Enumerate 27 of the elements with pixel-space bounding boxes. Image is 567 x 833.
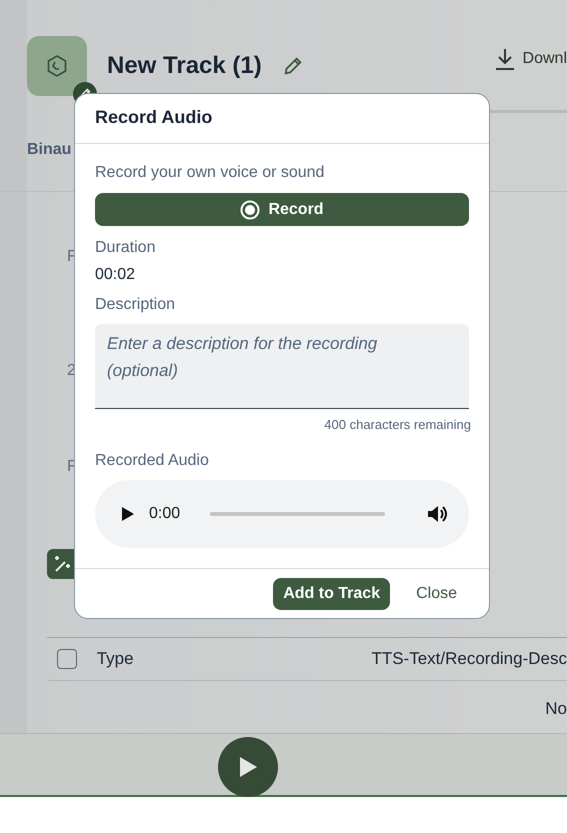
- download-link[interactable]: Downl: [494, 48, 567, 70]
- recorded-audio-label: Recorded Audio: [95, 451, 210, 471]
- record-button[interactable]: Record: [95, 193, 469, 226]
- duration-value: 00:02: [95, 265, 136, 285]
- hexagon-icon: [45, 54, 69, 78]
- record-icon: [240, 200, 260, 220]
- character-count: 400 characters remaining: [324, 417, 471, 432]
- column-header: TTS-Text/Recording-Desc: [371, 649, 567, 669]
- intro-text: Record your own voice or sound: [95, 163, 326, 183]
- close-button[interactable]: Close: [406, 578, 467, 610]
- select-all-checkbox[interactable]: [57, 649, 77, 669]
- track-title: New Track (1): [107, 52, 262, 80]
- progress-track[interactable]: [210, 512, 385, 516]
- empty-message: No: [545, 699, 567, 719]
- dialog-title: Record Audio: [75, 94, 489, 144]
- play-icon[interactable]: [121, 506, 135, 522]
- volume-icon[interactable]: [427, 504, 449, 524]
- add-to-track-button[interactable]: Add to Track: [273, 578, 390, 610]
- column-header: Type: [96, 649, 135, 669]
- edit-title-icon: [282, 55, 304, 77]
- magic-wand-icon: [53, 554, 73, 574]
- description-field[interactable]: Enter a description for the recording (optional): [95, 324, 469, 409]
- play-icon: [238, 756, 258, 778]
- duration-label: Duration: [95, 238, 156, 258]
- download-icon: [494, 48, 515, 70]
- description-label: Description: [95, 295, 176, 315]
- playback-time: 0:00: [149, 505, 180, 523]
